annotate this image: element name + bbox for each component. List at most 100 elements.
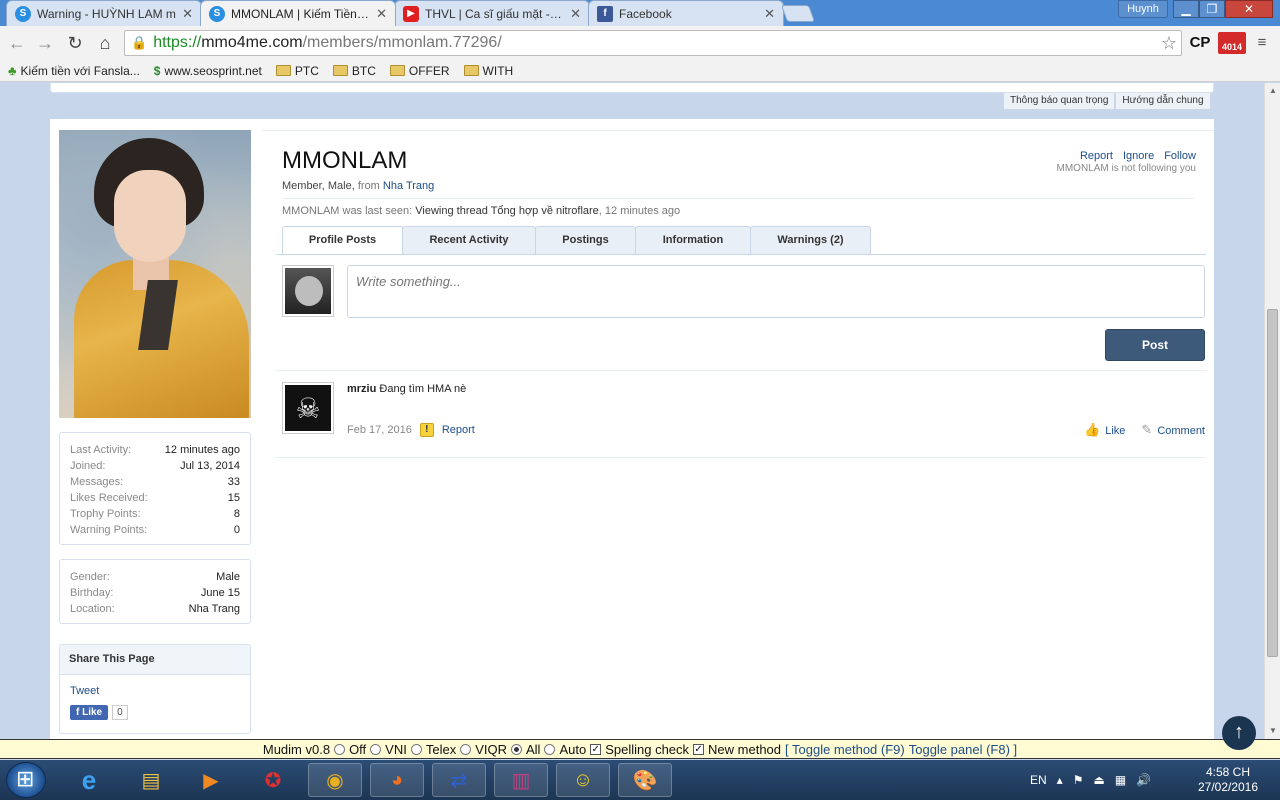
bookmark-folder[interactable]: PTC xyxy=(275,64,319,78)
menu-icon[interactable]: ≡ xyxy=(1252,32,1272,54)
warning-icon[interactable]: ! xyxy=(419,423,434,437)
action-center-icon[interactable]: ⚑ xyxy=(1073,773,1084,787)
browser-tab[interactable]: S Warning - HUỲNH LAM m ✕ xyxy=(6,0,202,26)
last-seen-activity-link[interactable]: Viewing thread Tổng hợp về nitroflare xyxy=(415,205,599,217)
winrar-icon[interactable]: ▥ xyxy=(494,763,548,797)
post-button[interactable]: Post xyxy=(1105,329,1205,361)
tab-postings[interactable]: Postings xyxy=(535,226,636,254)
maximize-button[interactable]: ❐ xyxy=(1199,0,1225,18)
comment-link[interactable]: ✎ Comment xyxy=(1141,422,1205,438)
browser-tab[interactable]: f Facebook ✕ xyxy=(588,0,784,26)
volume-icon[interactable]: 🔊 xyxy=(1136,773,1151,787)
forward-icon[interactable]: → xyxy=(34,32,56,54)
tab-recent-activity[interactable]: Recent Activity xyxy=(402,226,536,254)
page-scrollbar[interactable]: ▲ ▼ xyxy=(1264,83,1280,739)
bookmark-item[interactable]: $ www.seosprint.net xyxy=(154,64,262,78)
bookmark-label: WITH xyxy=(482,63,514,78)
stat-value: Jul 13, 2014 xyxy=(180,460,240,472)
usb-icon[interactable]: ⏏ xyxy=(1093,773,1104,787)
mudim-auto-radio[interactable] xyxy=(544,743,556,755)
browser-tab[interactable]: ▶ THVL | Ca sĩ giấu mặt - Tập ✕ xyxy=(394,0,590,26)
bookmarks-bar: ♣ Kiếm tiền với Fansla... $ www.seosprin… xyxy=(0,60,1280,82)
file-explorer-icon[interactable]: ▤ xyxy=(124,763,178,797)
close-icon[interactable]: ✕ xyxy=(376,6,387,22)
network-icon[interactable]: ▦ xyxy=(1115,773,1126,787)
bookmark-folder[interactable]: BTC xyxy=(332,64,376,78)
new-method-checkbox[interactable]: ✓ xyxy=(693,743,705,755)
mudim-vni-radio[interactable] xyxy=(370,743,382,755)
close-window-button[interactable]: ✕ xyxy=(1225,0,1273,18)
bookmark-star-icon[interactable]: ☆ xyxy=(1161,33,1177,54)
follow-link[interactable]: Follow xyxy=(1164,150,1196,162)
close-icon[interactable]: ✕ xyxy=(570,6,581,22)
show-hidden-icons-icon[interactable]: ▴ xyxy=(1057,773,1063,787)
spelling-check-label: Spelling check xyxy=(605,741,690,757)
tab-information[interactable]: Information xyxy=(635,226,751,254)
mudim-version: Mudim v0.8 xyxy=(262,741,331,757)
stat-value[interactable]: 33 xyxy=(228,474,240,490)
new-tab-button[interactable] xyxy=(780,5,816,22)
scroll-down-icon[interactable]: ▼ xyxy=(1265,723,1280,739)
tab-strip: S Warning - HUỲNH LAM m ✕ S MMONLAM | Ki… xyxy=(0,0,1280,26)
cp-extension-icon[interactable]: CP xyxy=(1188,32,1212,54)
notice-guide-link[interactable]: Hướng dẫn chung xyxy=(1115,93,1211,110)
bookmark-folder[interactable]: OFFER xyxy=(389,64,450,78)
toggle-method-link[interactable]: [ Toggle method (F9) xyxy=(785,742,905,757)
yahoo-messenger-icon[interactable]: ☺ xyxy=(556,763,610,797)
stat-value[interactable]: 8 xyxy=(234,506,240,522)
mudim-all-radio[interactable] xyxy=(511,743,522,755)
toggle-panel-link[interactable]: Toggle panel (F8) ] xyxy=(909,742,1017,757)
scroll-up-icon[interactable]: ▲ xyxy=(1265,83,1280,99)
mudim-viqr-radio[interactable] xyxy=(460,743,472,755)
scroll-thumb[interactable] xyxy=(1267,309,1278,657)
ignore-link[interactable]: Ignore xyxy=(1123,150,1154,162)
reload-icon[interactable]: ↻ xyxy=(64,32,86,54)
start-button[interactable] xyxy=(6,762,46,798)
leaf-icon: ♣ xyxy=(8,63,17,78)
address-bar[interactable]: 🔒 https://mmo4me.com/members/mmonlam.772… xyxy=(124,30,1182,56)
like-link[interactable]: 👍 Like xyxy=(1084,422,1125,438)
home-icon[interactable]: ⌂ xyxy=(94,32,116,54)
location-link[interactable]: Nha Trang xyxy=(383,180,434,192)
firefox-icon[interactable]: ◕ xyxy=(370,763,424,797)
tab-warnings[interactable]: Warnings (2) xyxy=(750,226,871,254)
game-icon[interactable]: ✪ xyxy=(246,763,300,797)
like-label: Like xyxy=(82,707,103,718)
media-player-icon[interactable]: ▶ xyxy=(184,763,238,797)
bookmark-folder[interactable]: WITH xyxy=(463,63,514,78)
language-indicator[interactable]: EN xyxy=(1030,773,1047,787)
report-link[interactable]: Report xyxy=(1080,150,1113,162)
bookmark-item[interactable]: ♣ Kiếm tiền với Fansla... xyxy=(8,63,140,78)
chrome-icon[interactable]: ◉ xyxy=(308,763,362,797)
back-icon[interactable]: ← xyxy=(6,32,28,54)
mudim-telex-radio[interactable] xyxy=(410,743,422,755)
tab-profile-posts[interactable]: Profile Posts xyxy=(282,226,403,255)
post-author-link[interactable]: mrziu xyxy=(347,383,376,395)
facebook-like-button[interactable]: f Like xyxy=(70,705,109,720)
minimize-button[interactable]: ▁ xyxy=(1173,0,1199,18)
folder-icon xyxy=(463,65,479,76)
tweet-link[interactable]: Tweet xyxy=(60,675,250,697)
info-value[interactable]: Nha Trang xyxy=(189,601,240,617)
close-icon[interactable]: ✕ xyxy=(764,6,775,22)
stat-row: Trophy Points: 8 xyxy=(70,506,240,522)
notice-important-link[interactable]: Thông báo quan trọng xyxy=(1003,93,1116,110)
teamviewer-icon[interactable]: ⇄ xyxy=(432,763,486,797)
spelling-check-checkbox[interactable]: ✓ xyxy=(590,743,602,755)
avatar[interactable]: ☠ xyxy=(282,382,334,434)
close-icon[interactable]: ✕ xyxy=(182,6,193,22)
divider xyxy=(282,198,1194,199)
avatar[interactable] xyxy=(282,265,334,317)
post-date[interactable]: Feb 17, 2016 xyxy=(347,424,412,436)
paint-icon[interactable]: 🎨 xyxy=(618,763,672,797)
scroll-to-top-button[interactable]: ↑ xyxy=(1222,716,1256,750)
profile-user-button[interactable]: Huynh xyxy=(1118,0,1168,18)
post-report-link[interactable]: Report xyxy=(442,424,475,436)
mudim-off-radio[interactable] xyxy=(334,743,346,755)
clock[interactable]: 4:58 CH 27/02/2016 xyxy=(1190,765,1266,795)
folder-icon xyxy=(275,65,291,76)
status-input[interactable] xyxy=(347,265,1205,318)
gmail-badge-icon[interactable]: 4014 xyxy=(1218,32,1246,54)
internet-explorer-icon[interactable]: e xyxy=(62,763,116,797)
browser-tab-active[interactable]: S MMONLAM | Kiếm Tiền Tr ✕ xyxy=(200,0,396,26)
